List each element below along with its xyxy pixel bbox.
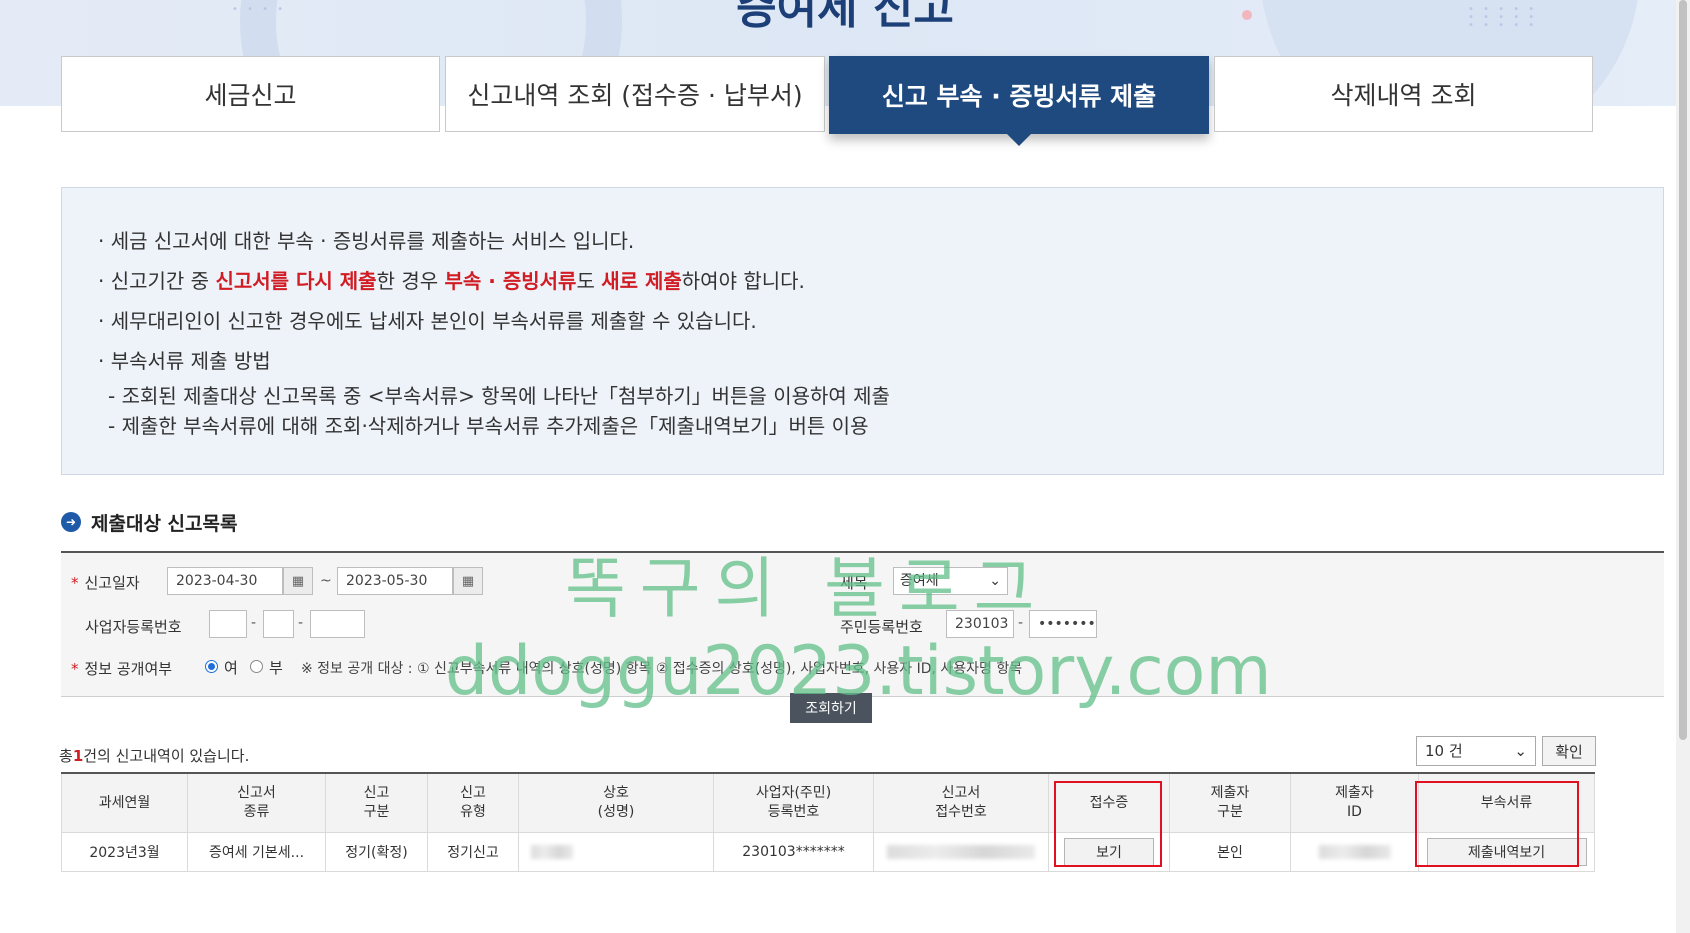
table-header-row: 과세연월 신고서 종류 신고 구분 신고 유형 상호 (성명) 사업자(주민) … [61,772,1595,833]
info-subline: - 조회된 제출대상 신고목록 중 <부속서류> 항목에 나타난「첨부하기」버튼… [108,384,890,408]
col-header-regno: 사업자(주민) 등록번호 [713,772,874,833]
disclose-yes-label: 여 [224,659,238,677]
service-info-box: · 세금 신고서에 대한 부속 · 증빙서류를 제출하는 서비스 입니다. · … [61,187,1664,475]
col-header-period: 과세연월 [61,772,188,833]
cell-name [518,832,714,872]
page-title: 증여세 신고 [736,0,954,34]
info-text: 도 [576,269,602,293]
cell-period: 2023년3월 [61,832,188,872]
filing-table: 과세연월 신고서 종류 신고 구분 신고 유형 상호 (성명) 사업자(주민) … [61,772,1595,872]
cell-regno: 230103******* [713,832,874,872]
cell-type: 정기(확정) [325,832,428,872]
info-emphasis: 신고서를 다시 제출 [215,269,377,293]
cell-submitter-id [1290,832,1419,872]
info-emphasis: 부속 · 증빙서류 [444,269,577,293]
date-separator: ~ [320,573,332,589]
jumin-back-input[interactable]: ••••••• [1029,610,1097,638]
tab-attachment-submit[interactable]: 신고 부속 · 증빙서류 제출 [829,56,1209,146]
date-to-input[interactable]: 2023-05-30 [337,567,453,595]
tax-type-label: 세목 [840,574,868,592]
highlight-box [1415,781,1579,867]
col-header-submitter: 제출자 구분 [1169,772,1291,833]
redacted-text [887,845,1035,859]
col-header-name: 상호 (성명) [518,772,714,833]
info-line: · 신고기간 중 신고서를 다시 제출한 경우 부속 · 증빙서류도 새로 제출… [98,261,1663,301]
col-header-type: 신고 구분 [325,772,428,833]
search-button[interactable]: 조회하기 [790,693,872,723]
disclose-yes-radio[interactable] [205,660,218,673]
date-label-text: 신고일자 [84,574,140,592]
info-emphasis: 새로 제출 [601,269,682,293]
jumin-label: 주민등록번호 [840,618,923,636]
page-size-select[interactable]: 10 건 ⌄ [1416,736,1536,766]
required-mark: * [71,660,79,678]
col-header-receipt-no: 신고서 접수번호 [873,772,1049,833]
disclose-no-label: 부 [269,659,283,677]
arrow-circle-icon: ➜ [61,512,81,532]
bizno-part2-input[interactable] [263,610,294,638]
tab-tax-filing[interactable]: 세금신고 [61,56,440,132]
chevron-down-icon: ⌄ [989,573,1001,589]
cell-receipt-no [873,832,1049,872]
disclose-label-text: 정보 공개여부 [84,660,173,678]
confirm-button[interactable]: 확인 [1542,736,1596,766]
tab-deleted-history[interactable]: 삭제내역 조회 [1214,56,1593,132]
disclose-notice: ※ 정보 공개 대상 : ① 신고부속서류 내역의 상호(성명) 항목 ② 접수… [301,661,1023,677]
date-label: * 신고일자 [71,572,140,593]
dash: - [298,615,304,631]
col-header-filing: 신고 유형 [427,772,519,833]
col-header-kind: 신고서 종류 [187,772,326,833]
tab-filing-history[interactable]: 신고내역 조회 (접수증 · 납부서) [445,56,825,132]
redacted-text [1318,845,1391,859]
tax-type-select[interactable]: 증여세 ⌄ [893,567,1008,595]
disclose-label: * 정보 공개여부 [71,658,172,679]
cell-filing: 정기신고 [427,832,519,872]
bizno-label: 사업자등록번호 [85,618,182,636]
highlight-box [1054,781,1162,867]
info-line: · 세무대리인이 신고한 경우에도 납세자 본인이 부속서류를 제출할 수 있습… [98,309,757,333]
info-line: · 부속서류 제출 방법 [98,349,271,373]
tab-bar: 세금신고 신고내역 조회 (접수증 · 납부서) 신고 부속 · 증빙서류 제출… [61,56,1665,146]
col-header-submitter-id: 제출자 ID [1290,772,1419,833]
result-count: 총1건의 신고내역이 있습니다. [59,745,249,766]
result-count-number: 1 [72,747,84,765]
chevron-down-icon: ⌄ [1514,742,1527,760]
info-text: 하여야 합니다. [681,269,805,293]
info-subline: - 제출한 부속서류에 대해 조회·삭제하거나 부속서류 추가제출은「제출내역보… [108,414,869,438]
page-scrollbar[interactable] [1676,0,1690,933]
search-form: * 신고일자 2023-04-30 ▦ ~ 2023-05-30 ▦ 세목 증여세… [61,551,1664,697]
cell-submitter: 본인 [1169,832,1291,872]
date-from-input[interactable]: 2023-04-30 [167,567,283,595]
cell-kind: 증여세 기본세... [187,832,326,872]
bizno-part1-input[interactable] [209,610,247,638]
result-count-suffix: 건의 신고내역이 있습니다. [83,747,250,765]
bizno-part3-input[interactable] [310,610,365,638]
tax-type-value: 증여세 [900,573,939,589]
dash: - [251,615,257,631]
dash: - [1018,615,1024,631]
calendar-icon[interactable]: ▦ [453,567,483,595]
required-mark: * [71,574,79,592]
info-text: · 신고기간 중 [98,269,216,293]
page-size-value: 10 건 [1425,742,1463,760]
scrollbar-thumb[interactable] [1679,0,1687,740]
info-line: · 세금 신고서에 대한 부속 · 증빙서류를 제출하는 서비스 입니다. [98,229,635,253]
section-title-text: 제출대상 신고목록 [91,512,238,535]
info-text: 한 경우 [376,269,445,293]
redacted-text [531,845,573,859]
result-count-prefix: 총 [59,747,73,765]
section-title: ➜ 제출대상 신고목록 [61,509,237,535]
calendar-icon[interactable]: ▦ [283,567,313,595]
disclose-no-radio[interactable] [250,660,263,673]
table-row: 2023년3월 증여세 기본세... 정기(확정) 정기신고 230103***… [61,832,1595,872]
jumin-front-input[interactable]: 230103 [946,610,1014,638]
